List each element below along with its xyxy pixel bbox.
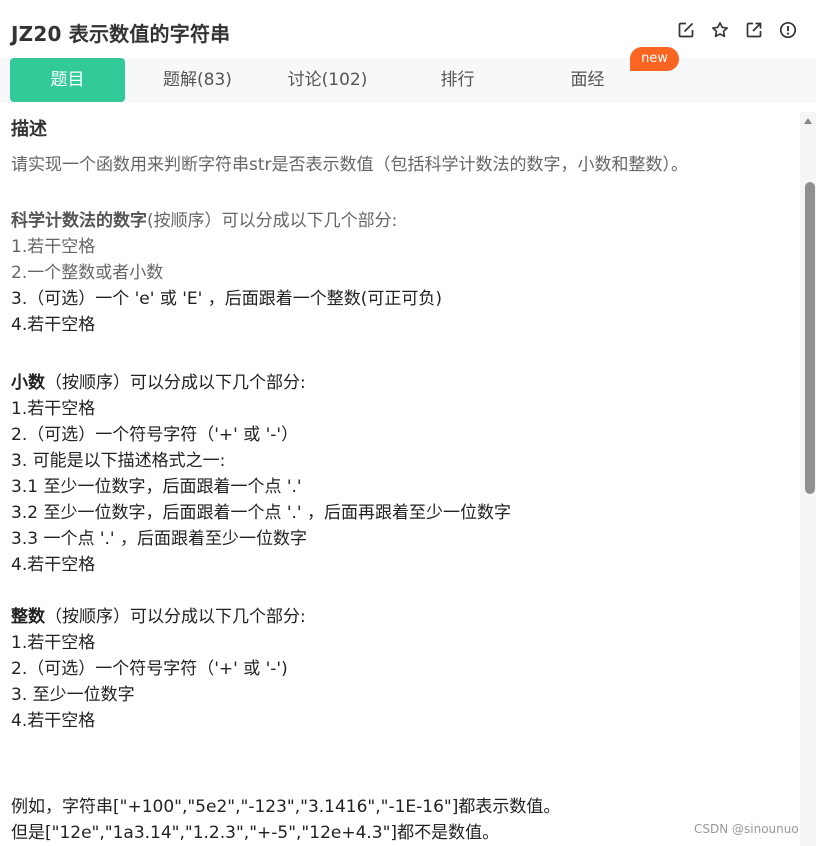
external-link-icon[interactable] xyxy=(745,21,763,39)
sci-heading-rest: (按顺序）可以分成以下几个部分: xyxy=(147,211,398,231)
integer-heading-bold: 整数 xyxy=(11,607,45,627)
edit-icon[interactable] xyxy=(677,21,695,39)
list-item: 4.若干空格 xyxy=(11,711,96,731)
problem-description: 描述 请实现一个函数用来判断字符串str是否表示数值（包括科学计数法的数字，小数… xyxy=(11,112,791,846)
scrollbar-thumb[interactable] xyxy=(805,182,815,494)
decimal-heading-bold: 小数 xyxy=(11,373,45,393)
sci-heading: 科学计数法的数字(按顺序）可以分成以下几个部分: xyxy=(11,208,791,234)
scrollbar[interactable] xyxy=(800,112,816,846)
list-item: 1.若干空格 xyxy=(11,633,96,653)
tab-problem[interactable]: 题目 xyxy=(10,58,125,102)
list-item: 3. 可能是以下描述格式之一: xyxy=(11,451,226,471)
tab-bar: 题目 题解(83) 讨论(102) 排行 面经 xyxy=(0,58,816,103)
list-item: 3.（可选）一个 'e' 或 'E' ，后面跟着一个整数(可正可负) xyxy=(11,289,442,309)
star-icon[interactable] xyxy=(711,21,729,39)
list-item: 3. 至少一位数字 xyxy=(11,685,135,705)
integer-heading-rest: （按顺序）可以分成以下几个部分: xyxy=(45,607,306,627)
decimal-heading: 小数（按顺序）可以分成以下几个部分: xyxy=(11,370,791,396)
example-invalid: 但是["12e","1a3.14","1.2.3","+-5","12e+4.3… xyxy=(11,823,500,843)
list-item: 1.若干空格 xyxy=(11,399,96,419)
list-item: 1.若干空格 xyxy=(11,237,96,257)
new-badge: new xyxy=(630,47,679,71)
list-item: 3.2 至少一位数字，后面跟着一个点 '.' ，后面再跟着至少一位数字 xyxy=(11,503,511,523)
tab-solutions[interactable]: 题解(83) xyxy=(140,58,255,102)
tab-ranking[interactable]: 排行 xyxy=(400,58,515,102)
watermark: CSDN @sinounuo xyxy=(694,822,799,836)
list-item: 3.3 一个点 '.' ，后面跟着至少一位数字 xyxy=(11,529,307,549)
list-item: 4.若干空格 xyxy=(11,555,96,575)
section-title: 描述 xyxy=(11,119,47,140)
list-item: 2.（可选）一个符号字符（'+' 或 '-'） xyxy=(11,425,299,445)
integer-heading: 整数（按顺序）可以分成以下几个部分: xyxy=(11,604,791,630)
intro-text: 请实现一个函数用来判断字符串str是否表示数值（包括科学计数法的数字，小数和整数… xyxy=(11,155,689,175)
decimal-heading-rest: （按顺序）可以分成以下几个部分: xyxy=(45,373,306,393)
problem-title: JZ20 表示数值的字符串 xyxy=(11,22,231,46)
info-icon[interactable] xyxy=(779,21,797,39)
tab-interview[interactable]: 面经 xyxy=(530,58,645,102)
problem-header: JZ20 表示数值的字符串 xyxy=(0,0,816,58)
scroll-up-arrow-icon[interactable] xyxy=(804,118,812,124)
list-item: 3.1 至少一位数字，后面跟着一个点 '.' xyxy=(11,477,302,497)
list-item: 2.一个整数或者小数 xyxy=(11,263,164,283)
sci-heading-bold: 科学计数法的数字 xyxy=(11,211,147,231)
example-valid: 例如，字符串["+100","5e2","-123","3.1416","-1E… xyxy=(11,797,561,817)
list-item: 4.若干空格 xyxy=(11,315,96,335)
list-item: 2.（可选）一个符号字符（'+' 或 '-') xyxy=(11,659,288,679)
tab-discussion[interactable]: 讨论(102) xyxy=(270,58,385,102)
